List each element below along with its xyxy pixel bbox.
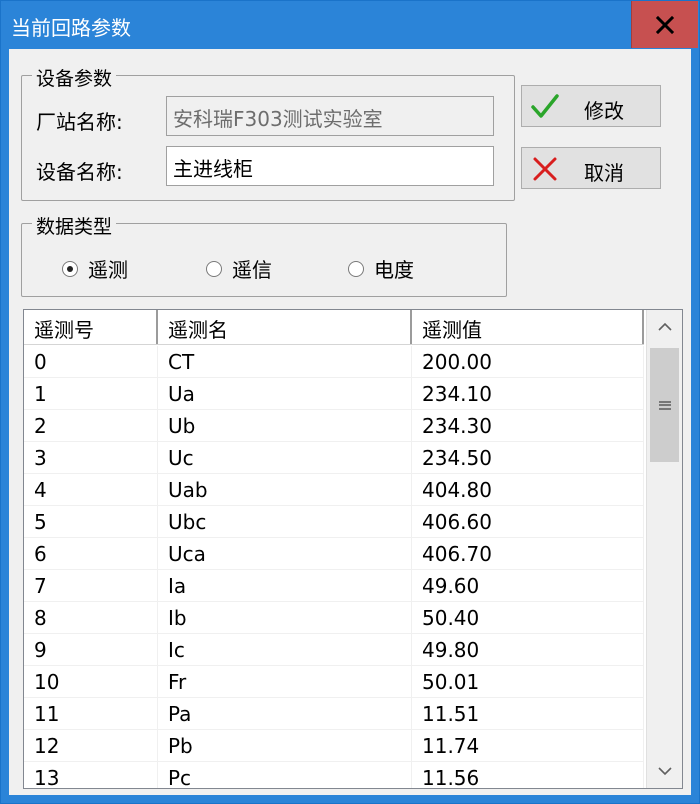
radio-telemetry[interactable]: 遥测: [62, 254, 128, 283]
table-row[interactable]: 3 Uc 234.50: [24, 442, 644, 474]
cell-id: 13: [24, 762, 158, 788]
cell-name: Pc: [158, 762, 412, 788]
cancel-button-label: 取消: [584, 161, 624, 185]
modify-button[interactable]: 修改: [521, 85, 661, 127]
table-row[interactable]: 10 Fr 50.01: [24, 666, 644, 698]
dialog-window: 当前回路参数 设备参数 厂站名称: 安科瑞F303测试实验室 设备名称: 主进线…: [0, 0, 700, 804]
table-row[interactable]: 13 Pc 11.56: [24, 762, 644, 788]
cell-id: 1: [24, 378, 158, 409]
data-type-group: 数据类型 遥测 遥信 电度: [21, 212, 507, 297]
radio-energy-label: 电度: [374, 258, 414, 282]
cell-value: 49.60: [412, 570, 644, 601]
x-icon: [533, 157, 557, 181]
chevron-down-icon: [658, 767, 672, 776]
table-row[interactable]: 9 Ic 49.80: [24, 634, 644, 666]
cell-id: 10: [24, 666, 158, 697]
cell-value: 200.00: [412, 346, 644, 377]
grip-icon: [658, 400, 671, 410]
table-row[interactable]: 5 Ubc 406.60: [24, 506, 644, 538]
device-params-group: 设备参数 厂站名称: 安科瑞F303测试实验室 设备名称: 主进线柜: [21, 64, 515, 201]
cell-name: CT: [158, 346, 412, 377]
cell-id: 2: [24, 410, 158, 441]
close-icon: [656, 15, 674, 34]
cell-value: 49.80: [412, 634, 644, 665]
scroll-up-button[interactable]: [647, 310, 682, 344]
cell-id: 4: [24, 474, 158, 505]
modify-button-label: 修改: [584, 99, 624, 123]
cell-name: Ubc: [158, 506, 412, 537]
dialog-client-area: 设备参数 厂站名称: 安科瑞F303测试实验室 设备名称: 主进线柜 修改 取消…: [9, 49, 691, 795]
radio-energy-indicator: [348, 260, 364, 277]
cell-id: 11: [24, 698, 158, 729]
radio-telemetry-label: 遥测: [88, 258, 128, 282]
cell-value: 11.51: [412, 698, 644, 729]
title-bar[interactable]: 当前回路参数: [1, 1, 699, 49]
cell-name: Ic: [158, 634, 412, 665]
cell-name: Fr: [158, 666, 412, 697]
table-row[interactable]: 2 Ub 234.30: [24, 410, 644, 442]
cell-name: Pb: [158, 730, 412, 761]
chevron-up-icon: [658, 322, 672, 331]
cell-name: Pa: [158, 698, 412, 729]
vertical-scrollbar[interactable]: [646, 310, 682, 788]
radio-telesignal[interactable]: 遥信: [206, 254, 272, 283]
table-row[interactable]: 12 Pb 11.74: [24, 730, 644, 762]
cell-id: 9: [24, 634, 158, 665]
cell-value: 406.70: [412, 538, 644, 569]
cell-name: Uab: [158, 474, 412, 505]
column-header-name[interactable]: 遥测名: [158, 310, 412, 344]
cell-id: 12: [24, 730, 158, 761]
station-name-label: 厂站名称:: [36, 110, 123, 134]
radio-telemetry-indicator: [62, 260, 78, 277]
radio-energy[interactable]: 电度: [348, 254, 414, 283]
device-name-field[interactable]: 主进线柜: [166, 146, 494, 186]
cell-value: 50.01: [412, 666, 644, 697]
column-header-id[interactable]: 遥测号: [24, 310, 158, 344]
scroll-thumb[interactable]: [650, 348, 679, 462]
station-name-field[interactable]: 安科瑞F303测试实验室: [166, 96, 494, 136]
cell-name: Ua: [158, 378, 412, 409]
list-body: 0 CT 200.00 1 Ua 234.10 2 Ub 234.30 3 Uc 234.50 4 Uab…: [24, 346, 644, 788]
cell-id: 3: [24, 442, 158, 473]
table-row[interactable]: 8 Ib 50.40: [24, 602, 644, 634]
cell-value: 11.74: [412, 730, 644, 761]
cell-value: 404.80: [412, 474, 644, 505]
cell-id: 5: [24, 506, 158, 537]
table-row[interactable]: 7 Ia 49.60: [24, 570, 644, 602]
table-row[interactable]: 0 CT 200.00: [24, 346, 644, 378]
cell-value: 234.10: [412, 378, 644, 409]
window-title: 当前回路参数: [11, 16, 131, 40]
table-row[interactable]: 1 Ua 234.10: [24, 378, 644, 410]
radio-telesignal-label: 遥信: [232, 258, 272, 282]
data-type-legend: 数据类型: [32, 212, 117, 239]
cell-name: Ib: [158, 602, 412, 633]
cell-id: 6: [24, 538, 158, 569]
device-params-legend: 设备参数: [32, 64, 117, 91]
cell-id: 8: [24, 602, 158, 633]
table-row[interactable]: 4 Uab 404.80: [24, 474, 644, 506]
cell-value: 11.56: [412, 762, 644, 788]
cell-value: 234.30: [412, 410, 644, 441]
cell-value: 50.40: [412, 602, 644, 633]
scroll-down-button[interactable]: [647, 754, 682, 788]
cell-value: 406.60: [412, 506, 644, 537]
table-row[interactable]: 6 Uca 406.70: [24, 538, 644, 570]
cell-name: Uc: [158, 442, 412, 473]
close-button[interactable]: [631, 1, 698, 48]
checkmark-icon: [531, 94, 559, 118]
cell-value: 234.50: [412, 442, 644, 473]
telemetry-list[interactable]: 遥测号 遥测名 遥测值 0 CT 200.00 1 Ua 234.10 2 Ub 234.30 3…: [23, 309, 683, 789]
cell-id: 7: [24, 570, 158, 601]
cell-name: Uca: [158, 538, 412, 569]
cell-name: Ia: [158, 570, 412, 601]
column-header-value[interactable]: 遥测值: [412, 310, 644, 344]
cell-id: 0: [24, 346, 158, 377]
cancel-button[interactable]: 取消: [521, 147, 661, 189]
table-row[interactable]: 11 Pa 11.51: [24, 698, 644, 730]
cell-name: Ub: [158, 410, 412, 441]
device-name-label: 设备名称:: [36, 160, 123, 184]
list-header: 遥测号 遥测名 遥测值: [24, 310, 644, 345]
radio-telesignal-indicator: [206, 260, 222, 277]
